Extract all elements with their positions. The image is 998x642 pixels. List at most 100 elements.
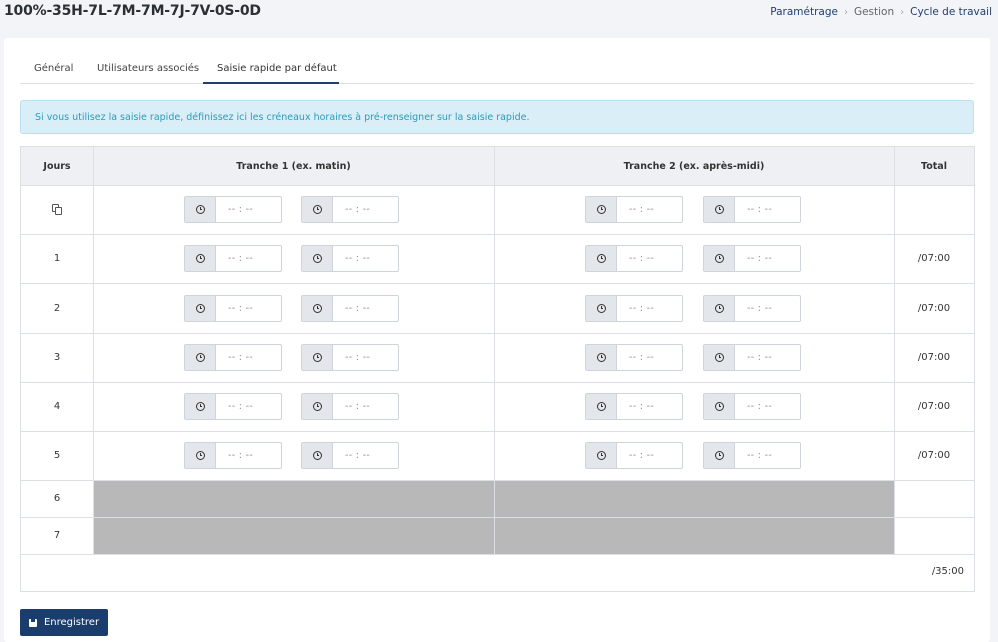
day-5-slot1-start-input[interactable]: -- : -- — [184, 442, 282, 469]
day-5-slot1-end-input[interactable]: -- : -- — [301, 442, 399, 469]
time-value[interactable]: -- : -- — [216, 345, 281, 370]
day-3-slot1-end-input[interactable]: -- : -- — [301, 344, 399, 371]
time-value[interactable]: -- : -- — [735, 443, 800, 468]
time-value[interactable]: -- : -- — [735, 197, 800, 222]
clock-icon — [195, 205, 205, 214]
row-total: /07:00 — [917, 450, 951, 461]
clock-icon-addon[interactable] — [704, 345, 735, 370]
day-2-slot2-start-input[interactable]: -- : -- — [585, 294, 683, 322]
clock-icon-addon[interactable] — [185, 443, 216, 468]
day-4-slot1-start-input[interactable]: -- : -- — [184, 393, 282, 420]
breadcrumb-parametrage[interactable]: Paramétrage — [770, 6, 838, 18]
tab-saisie-rapide[interactable]: Saisie rapide par défaut — [217, 63, 337, 74]
time-value[interactable]: -- : -- — [216, 394, 281, 419]
clock-icon-addon[interactable] — [185, 394, 216, 419]
chevron-right-icon: › — [843, 6, 848, 18]
copy-slot2-start-input[interactable]: -- : -- — [585, 196, 683, 223]
clock-icon-addon[interactable] — [302, 246, 333, 271]
time-value[interactable]: -- : -- — [333, 394, 398, 419]
day-5-slot2-start-input[interactable]: -- : -- — [585, 442, 683, 469]
day-3-slot2-start-input[interactable]: -- : -- — [585, 344, 683, 371]
time-value[interactable]: -- : -- — [617, 345, 682, 370]
clock-icon — [312, 303, 322, 313]
time-value[interactable]: -- : -- — [216, 246, 281, 271]
clock-icon — [596, 205, 606, 214]
clock-icon-addon[interactable] — [302, 295, 333, 321]
time-value[interactable]: -- : -- — [333, 197, 398, 222]
breadcrumb-gestion: Gestion — [853, 6, 895, 18]
time-value[interactable]: -- : -- — [735, 345, 800, 370]
time-value[interactable]: -- : -- — [735, 246, 800, 271]
save-button-label: Enregistrer — [43, 617, 100, 628]
day-3-slot2-end-input[interactable]: -- : -- — [703, 344, 801, 371]
clock-icon — [312, 353, 322, 362]
clock-icon-addon[interactable] — [704, 246, 735, 271]
day-2-slot1-end-input[interactable]: -- : -- — [301, 294, 399, 322]
time-value[interactable]: -- : -- — [216, 197, 281, 222]
tab-bar: Général Utilisateurs associés Saisie rap… — [20, 56, 974, 84]
day-1-slot1-end-input[interactable]: -- : -- — [301, 245, 399, 272]
clock-icon-addon[interactable] — [185, 197, 216, 222]
tab-general[interactable]: Général — [34, 63, 73, 74]
time-value[interactable]: -- : -- — [333, 246, 398, 271]
clock-icon-addon[interactable] — [302, 443, 333, 468]
header-tranche-1: Tranche 1 (ex. matin) — [236, 160, 351, 172]
breadcrumb-cycle-de-travail[interactable]: Cycle de travail — [910, 6, 992, 18]
clock-icon-addon[interactable] — [704, 197, 735, 222]
time-value[interactable]: -- : -- — [216, 443, 281, 468]
time-value[interactable]: -- : -- — [216, 296, 281, 321]
time-value[interactable]: -- : -- — [617, 296, 682, 321]
row-divider — [21, 333, 974, 334]
active-tab-indicator — [203, 82, 339, 84]
day-4-slot2-end-input[interactable]: -- : -- — [703, 393, 801, 420]
day-1-slot2-end-input[interactable]: -- : -- — [703, 245, 801, 272]
clock-icon-addon[interactable] — [586, 295, 617, 321]
day-2-slot2-end-input[interactable]: -- : -- — [703, 294, 801, 322]
copy-slot2-end-input[interactable]: -- : -- — [703, 196, 801, 223]
day-1-slot1-start-input[interactable]: -- : -- — [184, 245, 282, 272]
day-5-slot2-end-input[interactable]: -- : -- — [703, 442, 801, 469]
clock-icon-addon[interactable] — [586, 197, 617, 222]
clock-icon-addon[interactable] — [185, 345, 216, 370]
clock-icon-addon[interactable] — [704, 295, 735, 321]
clock-icon-addon[interactable] — [586, 443, 617, 468]
clock-icon — [195, 353, 205, 362]
clock-icon-addon[interactable] — [704, 443, 735, 468]
time-value[interactable]: -- : -- — [735, 394, 800, 419]
day-number: 3 — [53, 352, 61, 363]
time-value[interactable]: -- : -- — [617, 197, 682, 222]
floppy-disk-icon — [28, 618, 37, 627]
day-1-slot2-start-input[interactable]: -- : -- — [585, 245, 683, 272]
time-value[interactable]: -- : -- — [735, 296, 800, 321]
clock-icon-addon[interactable] — [302, 345, 333, 370]
time-value[interactable]: -- : -- — [617, 246, 682, 271]
clock-icon — [195, 303, 205, 313]
tab-utilisateurs-associes[interactable]: Utilisateurs associés — [97, 63, 199, 74]
clock-icon-addon[interactable] — [302, 394, 333, 419]
clock-icon-addon[interactable] — [302, 197, 333, 222]
save-button[interactable]: Enregistrer — [20, 609, 108, 636]
time-value[interactable]: -- : -- — [333, 443, 398, 468]
time-value[interactable]: -- : -- — [617, 443, 682, 468]
time-value[interactable]: -- : -- — [333, 296, 398, 321]
day-2-slot1-start-input[interactable]: -- : -- — [184, 294, 282, 322]
clock-icon-addon[interactable] — [185, 246, 216, 271]
clock-icon-addon[interactable] — [704, 394, 735, 419]
clock-icon-addon[interactable] — [586, 345, 617, 370]
copy-icon[interactable] — [52, 203, 62, 215]
copy-slot1-start-input[interactable]: -- : -- — [184, 196, 282, 223]
clock-icon-addon[interactable] — [586, 394, 617, 419]
chevron-right-icon: › — [900, 6, 905, 18]
copy-slot1-end-input[interactable]: -- : -- — [301, 196, 399, 223]
info-alert: Si vous utilisez la saisie rapide, défin… — [20, 100, 974, 134]
day-4-slot2-start-input[interactable]: -- : -- — [585, 393, 683, 420]
time-value[interactable]: -- : -- — [617, 394, 682, 419]
time-value[interactable]: -- : -- — [333, 345, 398, 370]
row-total: /07:00 — [917, 253, 951, 264]
clock-icon-addon[interactable] — [586, 246, 617, 271]
disabled-slot-1 — [94, 481, 494, 517]
day-3-slot1-start-input[interactable]: -- : -- — [184, 344, 282, 371]
clock-icon — [714, 451, 724, 460]
day-4-slot1-end-input[interactable]: -- : -- — [301, 393, 399, 420]
clock-icon-addon[interactable] — [185, 295, 216, 321]
